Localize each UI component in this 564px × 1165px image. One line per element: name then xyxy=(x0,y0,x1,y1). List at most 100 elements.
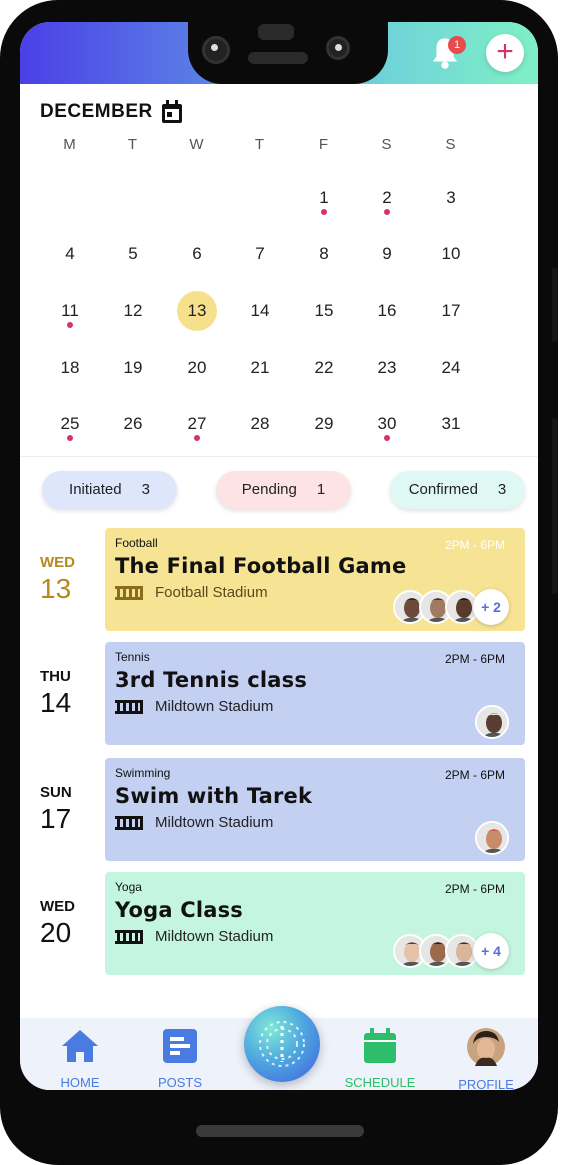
event-title: The Final Football Game xyxy=(115,554,407,578)
side-button-bottom xyxy=(552,418,558,594)
filter-count: 3 xyxy=(141,481,150,498)
profile-avatar xyxy=(467,1028,505,1066)
weekday-header: T xyxy=(254,136,266,153)
event-weekday: SUN xyxy=(40,784,72,801)
notch xyxy=(188,22,388,84)
calendar-day[interactable]: 21 xyxy=(240,348,280,388)
attendee-avatars[interactable]: + 2 xyxy=(393,589,509,625)
calendar-day[interactable]: 20 xyxy=(177,348,217,388)
center-action-button[interactable] xyxy=(244,1006,320,1082)
event-day-number: 13 xyxy=(40,573,72,604)
calendar-day[interactable]: 15 xyxy=(304,291,344,331)
calendar-day[interactable]: 22 xyxy=(304,348,344,388)
calendar-day[interactable]: 14 xyxy=(240,291,280,331)
event-date: WED 13 xyxy=(40,554,100,605)
nav-home[interactable]: HOME xyxy=(40,1028,120,1090)
nav-schedule[interactable]: SCHEDULE xyxy=(340,1028,420,1090)
event-dot xyxy=(384,209,390,215)
calendar-day[interactable]: 18 xyxy=(50,348,90,388)
stadium-icon xyxy=(115,815,143,830)
sensor xyxy=(258,24,294,40)
event-date: WED 20 xyxy=(40,898,100,949)
event-location-label: Mildtown Stadium xyxy=(155,698,274,715)
event-time: 2PM - 6PM xyxy=(444,768,505,782)
attendee-avatars[interactable] xyxy=(475,705,509,739)
weekday-header: M xyxy=(63,136,77,153)
event-card[interactable]: Football 2PM - 6PM The Final Football Game… xyxy=(105,528,525,631)
calendar-day[interactable]: 28 xyxy=(240,404,280,444)
calendar-day[interactable]: 31 xyxy=(431,404,471,444)
event-title: 3rd Tennis class xyxy=(115,668,308,692)
event-title: Yoga Class xyxy=(115,898,243,922)
event-location-label: Mildtown Stadium xyxy=(155,814,274,831)
weekday-header: W xyxy=(189,136,205,153)
calendar-day-today[interactable]: 13 xyxy=(177,291,217,331)
calendar-day[interactable]: 17 xyxy=(431,291,471,331)
add-button[interactable]: + xyxy=(486,34,524,72)
event-location: Mildtown Stadium xyxy=(115,814,515,831)
event-dot xyxy=(67,435,73,441)
calendar-day[interactable]: 24 xyxy=(431,348,471,388)
month-title: DECEMBER xyxy=(40,101,153,122)
filter-confirmed[interactable]: Confirmed 3 xyxy=(390,471,525,509)
nav-home-label: HOME xyxy=(60,1075,100,1090)
event-title: Swim with Tarek xyxy=(115,784,313,808)
stadium-icon xyxy=(115,585,143,600)
event-card[interactable]: Tennis 2PM - 6PM 3rd Tennis class Mildtown … xyxy=(105,642,525,745)
event-dot xyxy=(194,435,200,441)
calendar-day[interactable]: 10 xyxy=(431,234,471,274)
filter-pending[interactable]: Pending 1 xyxy=(216,471,351,509)
calendar-day[interactable]: 12 xyxy=(113,291,153,331)
attendee-avatars[interactable] xyxy=(475,821,509,855)
side-button-top xyxy=(552,268,558,342)
front-camera xyxy=(202,36,230,64)
nav-posts-label: POSTS xyxy=(157,1075,203,1090)
calendar-day[interactable]: 6 xyxy=(177,234,217,274)
calendar-day[interactable]: 3 xyxy=(431,178,471,218)
event-time: 2PM - 6PM xyxy=(444,882,505,896)
month-header: DECEMBER xyxy=(40,100,183,124)
calendar-day[interactable]: 23 xyxy=(367,348,407,388)
calendar-day[interactable]: 29 xyxy=(304,404,344,444)
event-weekday: THU xyxy=(40,668,71,685)
event-date: THU 14 xyxy=(40,668,100,719)
nav-profile-label: PROFILE xyxy=(458,1077,514,1090)
notification-badge: 1 xyxy=(448,36,466,54)
home-icon xyxy=(62,1030,98,1062)
nav-posts[interactable]: POSTS xyxy=(140,1028,220,1090)
weekday-header: T xyxy=(127,136,139,153)
calendar-day[interactable]: 7 xyxy=(240,234,280,274)
calendar-day[interactable]: 19 xyxy=(113,348,153,388)
filter-initiated[interactable]: Initiated 3 xyxy=(42,471,177,509)
more-attendees-count[interactable]: + 2 xyxy=(473,589,509,625)
calendar-day[interactable]: 9 xyxy=(367,234,407,274)
attendee-avatar xyxy=(475,821,509,855)
filter-label: Initiated xyxy=(69,481,122,498)
calendar-day[interactable]: 16 xyxy=(367,291,407,331)
filter-label: Confirmed xyxy=(408,481,478,498)
event-card[interactable]: Yoga 2PM - 6PM Yoga Class Mildtown Stadium +… xyxy=(105,872,525,975)
event-dot xyxy=(384,435,390,441)
event-location: Mildtown Stadium xyxy=(115,698,515,715)
attendee-avatars[interactable]: + 4 xyxy=(393,933,509,969)
calendar-icon[interactable] xyxy=(161,100,183,124)
screen: 1 + DECEMBER M T W T F S S 1 2 3 4 5 6 7 8 9 10 11 12 13 14 1… xyxy=(20,22,538,1090)
nav-profile[interactable]: PROFILE xyxy=(446,1028,526,1090)
phone-frame: 1 + DECEMBER M T W T F S S 1 2 3 4 5 6 7 8 9 10 11 12 13 14 1… xyxy=(0,0,558,1165)
event-location-label: Mildtown Stadium xyxy=(155,928,274,945)
more-attendees-count[interactable]: + 4 xyxy=(473,933,509,969)
divider xyxy=(20,456,538,457)
event-dot xyxy=(67,322,73,328)
weekday-header: S xyxy=(445,136,457,153)
calendar-day[interactable]: 26 xyxy=(113,404,153,444)
stadium-icon xyxy=(115,699,143,714)
calendar-day[interactable]: 4 xyxy=(50,234,90,274)
filter-count: 1 xyxy=(316,481,326,498)
posts-icon xyxy=(163,1029,197,1063)
event-time: 2PM - 6PM xyxy=(444,538,505,552)
attendee-avatar xyxy=(475,705,509,739)
event-card[interactable]: Swimming 2PM - 6PM Swim with Tarek Mildtown… xyxy=(105,758,525,861)
calendar-day[interactable]: 5 xyxy=(113,234,153,274)
calendar-day[interactable]: 8 xyxy=(304,234,344,274)
dots-logo-icon xyxy=(259,1021,305,1067)
